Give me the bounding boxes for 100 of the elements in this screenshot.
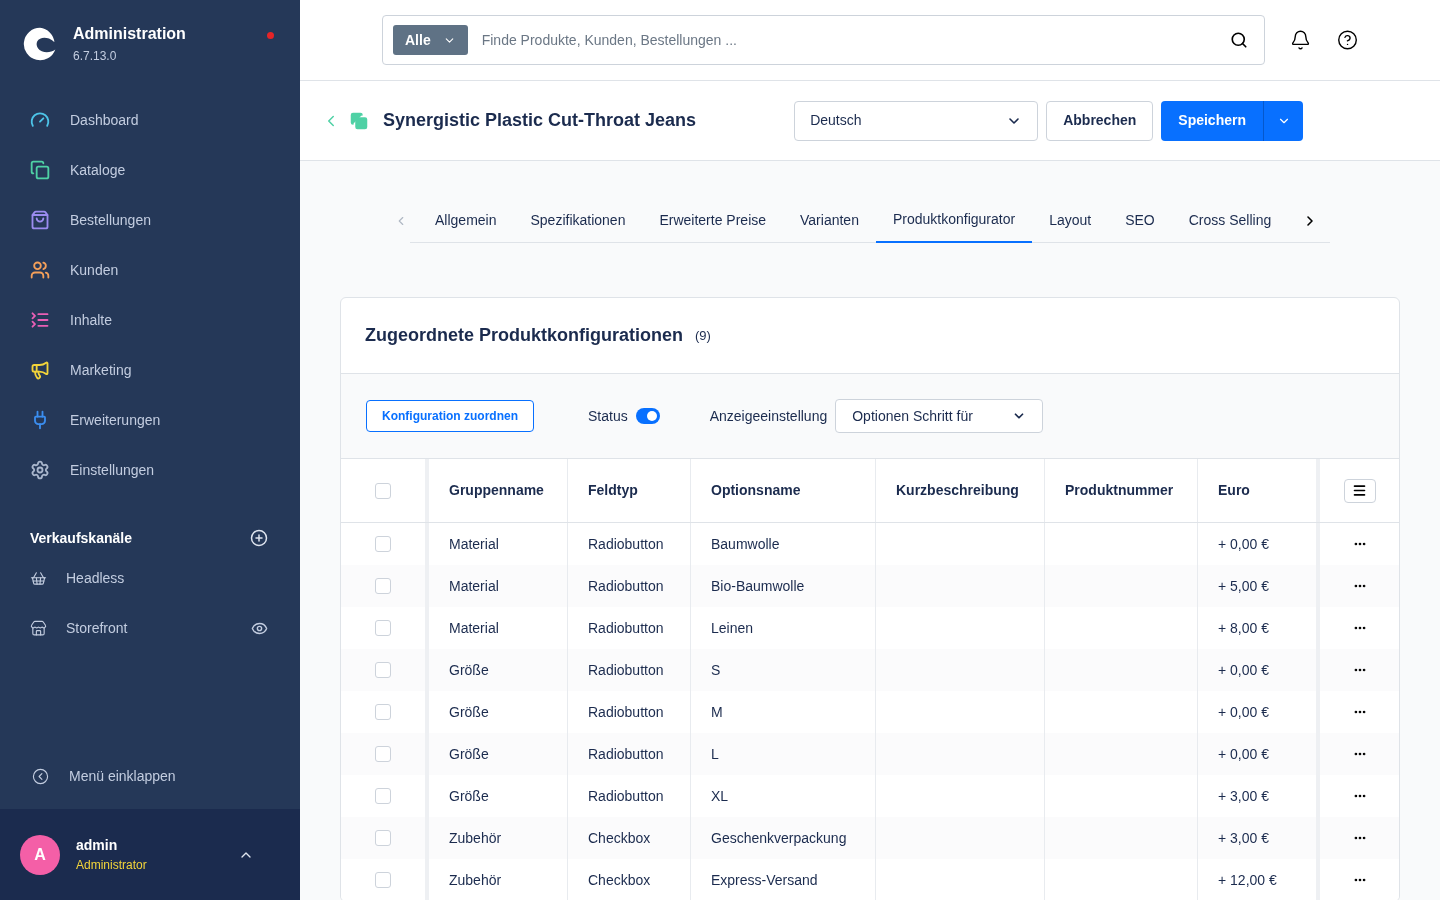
- column-header: Optionsname: [710, 481, 802, 500]
- table-cell-text: Checkbox: [587, 870, 652, 890]
- column-header: Gruppenname: [448, 481, 545, 500]
- row-checkbox[interactable]: [375, 578, 391, 594]
- tab[interactable]: SEO: [1108, 198, 1172, 243]
- user-role: Administrator: [76, 857, 147, 874]
- card-title: Zugeordnete Produktkonfigurationen: [365, 324, 683, 347]
- channel-label: Storefront: [66, 618, 128, 638]
- table-cell-text: S: [710, 660, 722, 680]
- nav-label: Kunden: [70, 260, 119, 280]
- tab[interactable]: Varianten: [783, 198, 876, 243]
- app-version: 6.7.13.0: [73, 48, 118, 65]
- row-checkbox[interactable]: [375, 662, 391, 678]
- table-cell-text: L: [710, 744, 720, 764]
- row-checkbox[interactable]: [375, 830, 391, 846]
- table-cell-text: Größe: [448, 660, 490, 680]
- row-checkbox[interactable]: [375, 620, 391, 636]
- status-label: Status: [588, 406, 628, 426]
- table-cell-text: Checkbox: [587, 828, 652, 848]
- nav-item[interactable]: Einstellungen: [0, 445, 300, 495]
- table-cell-text: Zubehör: [448, 870, 503, 890]
- logo-icon: [22, 26, 58, 62]
- row-checkbox[interactable]: [375, 746, 391, 762]
- table-cell-text: Größe: [448, 744, 490, 764]
- channel-label: Headless: [66, 568, 125, 588]
- nav-item[interactable]: Bestellungen: [0, 195, 300, 245]
- select-all-checkbox[interactable]: [375, 482, 391, 499]
- nav-item[interactable]: Kataloge: [0, 145, 300, 195]
- collapse-link[interactable]: Menü einklappen: [69, 765, 176, 787]
- table-cell-text: Material: [448, 618, 500, 638]
- store-icon: [30, 619, 47, 637]
- table-cell-text: + 0,00 €: [1217, 702, 1270, 722]
- language-select[interactable]: Deutsch: [794, 100, 1039, 141]
- row-checkbox[interactable]: [375, 536, 391, 552]
- display-select[interactable]: Optionen Schritt für: [835, 399, 1044, 433]
- bell-icon[interactable]: [1289, 29, 1311, 51]
- sales-channel-item[interactable]: Headless: [0, 553, 300, 603]
- row-checkbox[interactable]: [375, 704, 391, 720]
- nav-label: Inhalte: [70, 310, 113, 330]
- table-cell-text: Material: [448, 534, 500, 554]
- table-cell-text: Material: [448, 576, 500, 596]
- section-title: Verkaufskanäle: [30, 528, 132, 548]
- column-menu-button[interactable]: [1343, 478, 1376, 503]
- nav-item[interactable]: Erweiterungen: [0, 395, 300, 445]
- basket-icon: [30, 569, 47, 587]
- table-cell-text: Zubehör: [448, 828, 503, 848]
- nav-item[interactable]: Dashboard: [0, 95, 300, 145]
- tab[interactable]: Allgemein: [418, 198, 514, 243]
- status-toggle[interactable]: [635, 408, 660, 424]
- tab[interactable]: Produktkonfigurator: [875, 198, 1033, 243]
- tab[interactable]: Spezifikationen: [513, 198, 643, 243]
- sales-channel-item[interactable]: Storefront: [0, 603, 300, 653]
- search-field[interactable]: Alle Finde Produkte, Kunden, Bestellungen ...: [382, 15, 1265, 65]
- table-cell-text: + 3,00 €: [1217, 828, 1270, 848]
- table-cell-text: Leinen: [710, 618, 755, 638]
- tab[interactable]: Erweiterte Preise: [642, 198, 784, 243]
- column-header: Euro: [1217, 481, 1251, 500]
- help-icon[interactable]: [1336, 29, 1358, 51]
- table-cell-text: + 0,00 €: [1217, 534, 1270, 554]
- nav-label: Erweiterungen: [70, 410, 161, 430]
- user-avatar: A: [20, 834, 60, 875]
- table-cell-text: + 12,00 €: [1217, 870, 1278, 890]
- table-cell-text: Radiobutton: [587, 576, 665, 596]
- search-input[interactable]: Finde Produkte, Kunden, Bestellungen ...: [481, 29, 1230, 51]
- row-checkbox[interactable]: [375, 788, 391, 804]
- nav-label: Kataloge: [70, 160, 126, 180]
- table-cell-text: Radiobutton: [587, 618, 665, 638]
- save-button[interactable]: Speichern: [1161, 100, 1263, 141]
- table-cell-text: Größe: [448, 786, 490, 806]
- table-cell-text: Bio-Baumwolle: [710, 576, 806, 596]
- user-name: admin: [76, 836, 119, 855]
- table-cell-text: Geschenkverpackung: [710, 828, 848, 848]
- cancel-button[interactable]: Abbrechen: [1046, 100, 1154, 141]
- column-header: Feldtyp: [587, 481, 639, 500]
- collapse-icon[interactable]: [32, 767, 49, 785]
- table-cell-text: Radiobutton: [587, 534, 665, 554]
- nav-item[interactable]: Kunden: [0, 245, 300, 295]
- table-cell-text: + 0,00 €: [1217, 744, 1270, 764]
- column-header: Produktnummer: [1064, 481, 1175, 500]
- nav-label: Dashboard: [70, 110, 139, 130]
- table-cell-text: + 8,00 €: [1217, 618, 1270, 638]
- table-cell-text: + 5,00 €: [1217, 576, 1270, 596]
- tab[interactable]: Layout: [1032, 198, 1109, 243]
- table-cell-text: M: [710, 702, 724, 722]
- search-scope-button[interactable]: Alle: [393, 25, 468, 55]
- table-cell-text: Radiobutton: [587, 744, 665, 764]
- display-label: Anzeigeeinstellung: [709, 406, 828, 426]
- column-header: Kurzbeschreibung: [895, 481, 1020, 500]
- nav-item[interactable]: Inhalte: [0, 295, 300, 345]
- app-title: Administration: [73, 24, 186, 44]
- table-cell-text: Express-Versand: [710, 870, 819, 890]
- nav-item[interactable]: Marketing: [0, 345, 300, 395]
- nav-label: Bestellungen: [70, 210, 151, 230]
- add-icon[interactable]: [250, 529, 268, 547]
- table-cell-text: Radiobutton: [587, 786, 665, 806]
- save-options-button[interactable]: [1263, 100, 1303, 141]
- row-checkbox[interactable]: [375, 872, 391, 888]
- assign-button[interactable]: Konfiguration zuordnen: [366, 400, 534, 432]
- search-icon[interactable]: [1229, 31, 1248, 49]
- tab[interactable]: Cross Selling: [1171, 198, 1289, 243]
